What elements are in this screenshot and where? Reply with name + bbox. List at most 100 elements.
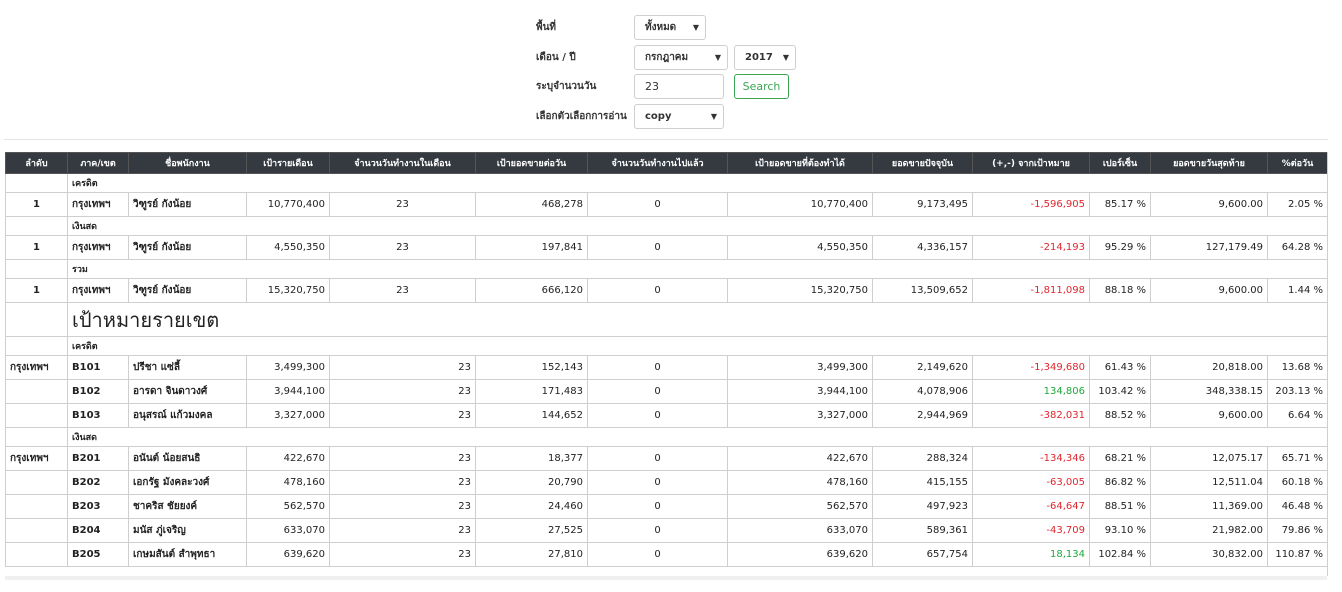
employee-name: อารดา จินดาวงศ์ [128,379,247,404]
diff-from-target: -64,647 [972,494,1090,519]
read-option-label: เลือกตัวเลือกการอ่าน [536,110,627,122]
work-days: 23 [329,192,476,217]
last-day-sales: 348,338.15 [1150,379,1268,404]
table-row[interactable]: 1 กรุงเทพฯ วิฑูรย์ กังน้อย 15,320,750 23 666,… [5,278,1327,303]
region-cell: กรุงเทพฯ [5,446,68,471]
column-header[interactable]: เปอร์เซ็น [1089,152,1151,174]
table-row[interactable]: B203 ชาคริส ชัยยงค์ 562,570 23 24,460 0 562,57… [5,494,1327,519]
daily-target: 20,790 [475,470,588,495]
daily-percent: 64.28 % [1267,235,1327,260]
current-sales: 415,155 [872,470,973,495]
column-header[interactable]: (+,-) จากเป้าหมาย [972,152,1090,174]
column-header[interactable]: ชื่อพนักงาน [128,152,247,174]
section-title: เป้าหมายรายเขต [67,302,1327,337]
days-worked: 0 [587,355,728,380]
table-row[interactable]: B202 เอกรัฐ มังคละวงศ์ 478,160 23 20,790 0 478… [5,470,1327,495]
group-label: เครดิต [67,173,1327,193]
group-row: เครดิต [5,173,1327,193]
work-days: 23 [329,518,476,543]
target-to-date: 562,570 [727,494,873,519]
area-select[interactable]: ทั้งหมด ▼ [634,14,706,40]
table-row[interactable]: 1 กรุงเทพฯ วิฑูรย์ กังน้อย 10,770,400 23 468,… [5,192,1327,217]
column-header[interactable]: ยอดขายปัจจุบัน [872,152,973,174]
monthly-target: 562,570 [246,494,330,519]
column-header[interactable]: จำนวนวันทำงานไปแล้ว [587,152,728,174]
column-header[interactable]: เป้ายอดขายที่ต้องทำได้ [727,152,873,174]
diff-from-target: 134,806 [972,379,1090,404]
divider [4,139,1328,140]
table-right-border [1327,152,1328,576]
days-worked: 0 [587,446,728,471]
column-header[interactable]: %ต่อวัน [1267,152,1327,174]
target-to-date: 422,670 [727,446,873,471]
current-sales: 4,336,157 [872,235,973,260]
current-sales: 9,173,495 [872,192,973,217]
employee-name: เกษมสันต์ สำพุทธา [128,542,247,567]
days-worked: 0 [587,278,728,303]
days-worked: 0 [587,542,728,567]
month-year-label: เดือน / ปี [536,51,576,63]
days-worked: 0 [587,470,728,495]
work-days: 23 [329,355,476,380]
search-button[interactable]: Search [734,73,789,99]
daily-percent: 65.71 % [1267,446,1327,471]
monthly-target: 478,160 [246,470,330,495]
current-sales: 13,509,652 [872,278,973,303]
month-select[interactable]: กรกฎาคม ▼ [634,44,728,70]
table-row[interactable]: B205 เกษมสันต์ สำพุทธา 639,620 23 27,810 0 639… [5,542,1327,567]
chevron-down-icon: ▼ [782,52,789,62]
daily-percent: 79.86 % [1267,518,1327,543]
daily-target: 666,120 [475,278,588,303]
chevron-down-icon: ▼ [710,111,717,121]
table-row[interactable]: กรุงเทพฯ B201 อนันต์ น้อยสนธิ 422,670 23 18,3… [5,446,1327,471]
current-sales: 4,078,906 [872,379,973,404]
year-select[interactable]: 2017 ▼ [734,44,796,70]
column-header[interactable]: ยอดขายวันสุดท้าย [1150,152,1268,174]
column-header[interactable]: จำนวนวันทำงานในเดือน [329,152,476,174]
diff-from-target: -1,811,098 [972,278,1090,303]
daily-target: 197,841 [475,235,588,260]
work-days: 23 [329,403,476,428]
column-header[interactable]: ลำดับ [5,152,68,174]
daily-percent: 13.68 % [1267,355,1327,380]
table-row[interactable]: กรุงเทพฯ B101 ปรีชา แซ่ลี้ 3,499,300 23 152,1… [5,355,1327,380]
read-option-select[interactable]: copy ▼ [634,103,724,129]
row-number: 1 [5,235,68,260]
days-worked: 0 [587,494,728,519]
table-row[interactable]: B103 อนุสรณ์ แก้วมงคล 3,327,000 23 144,652 0 3… [5,403,1327,428]
days-input[interactable]: 23 [634,73,724,99]
column-header[interactable]: เป้ายอดขายต่อวัน [475,152,588,174]
daily-target: 27,810 [475,542,588,567]
group-label: เงินสด [67,427,1327,447]
filter-form: พื้นที่ ทั้งหมด ▼ เดือน / ปี กรกฎาคม ▼ 2… [0,0,1342,140]
days-worked: 0 [587,518,728,543]
data-table: ลำดับ ภาค/เขต ชื่อพนักงาน เป้ารายเดือน จำนวน… [5,152,1327,567]
monthly-target: 639,620 [246,542,330,567]
current-sales: 589,361 [872,518,973,543]
horizontal-scrollbar[interactable] [5,576,1327,580]
diff-from-target: -214,193 [972,235,1090,260]
region-cell [5,379,68,404]
employee-name: มนัส ภู่เจริญ [128,518,247,543]
region-cell [5,403,68,428]
table-row[interactable]: B102 อารดา จินดาวงศ์ 3,944,100 23 171,483 0 3,… [5,379,1327,404]
region-cell: กรุงเทพฯ [67,235,129,260]
chevron-down-icon: ▼ [692,22,699,32]
district-code: B103 [67,403,129,428]
table-row[interactable]: 1 กรุงเทพฯ วิฑูรย์ กังน้อย 4,550,350 23 197,8… [5,235,1327,260]
group-spacer [5,216,68,236]
column-header[interactable]: เป้ารายเดือน [246,152,330,174]
monthly-target: 15,320,750 [246,278,330,303]
percent: 85.17 % [1089,192,1151,217]
current-sales: 657,754 [872,542,973,567]
last-day-sales: 12,511.04 [1150,470,1268,495]
column-header[interactable]: ภาค/เขต [67,152,129,174]
sales-target-table: ลำดับ ภาค/เขต ชื่อพนักงาน เป้ารายเดือน จำนวน… [5,152,1327,576]
monthly-target: 3,944,100 [246,379,330,404]
percent: 102.84 % [1089,542,1151,567]
table-row[interactable]: B204 มนัส ภู่เจริญ 633,070 23 27,525 0 633,070… [5,518,1327,543]
region-cell [5,518,68,543]
days-row: ระบุจำนวนวัน 23 Search [536,73,789,99]
diff-from-target: -134,346 [972,446,1090,471]
last-day-sales: 20,818.00 [1150,355,1268,380]
